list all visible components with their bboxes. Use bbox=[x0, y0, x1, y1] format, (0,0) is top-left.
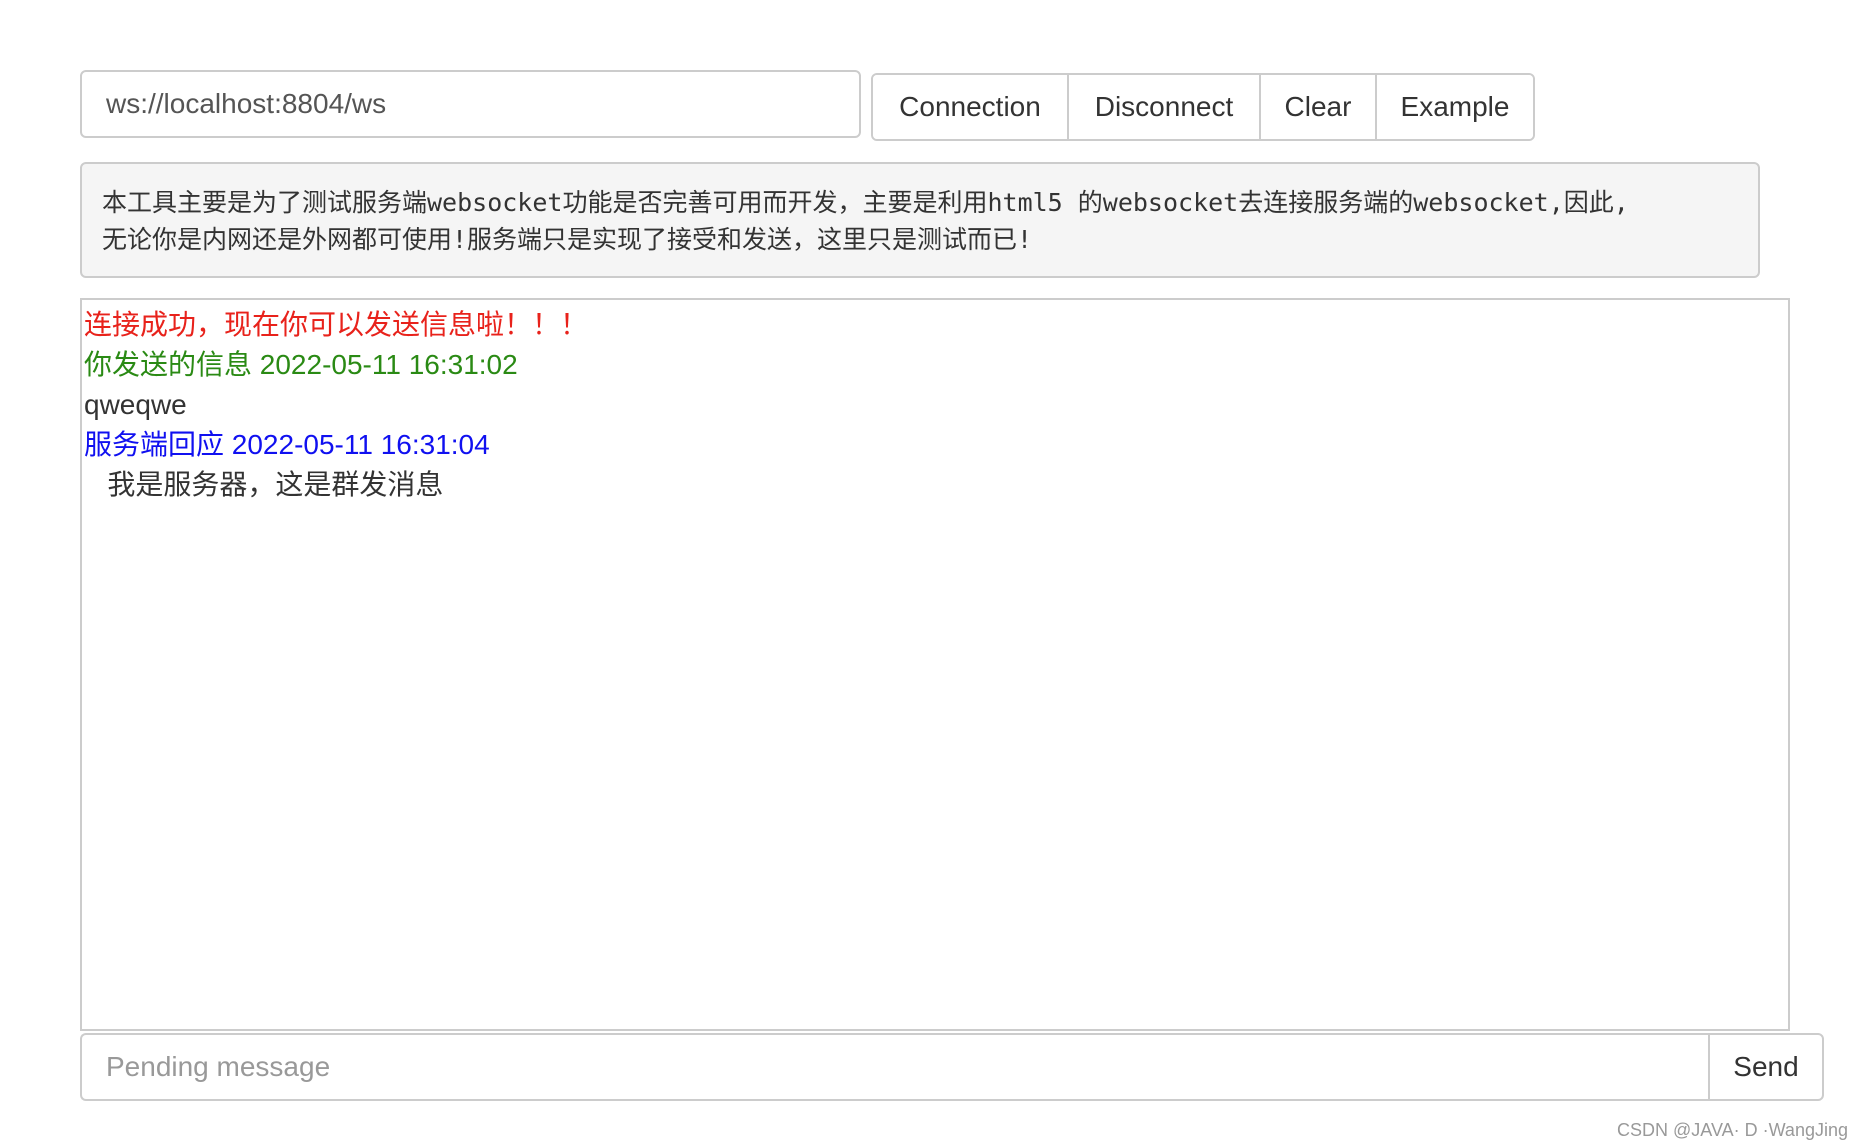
log-line-status: 连接成功，现在你可以发送信息啦！！！ bbox=[84, 309, 589, 340]
example-button[interactable]: Example bbox=[1375, 75, 1533, 139]
csdn-watermark: CSDN @JAVA· D ·WangJing bbox=[1617, 1120, 1848, 1140]
clear-button[interactable]: Clear bbox=[1259, 75, 1375, 139]
notice-line-2: 无论你是内网还是外网都可使用!服务端只是实现了接受和发送，这里只是测试而已! bbox=[102, 225, 1033, 254]
message-log[interactable]: 连接成功，现在你可以发送信息啦！！！ 你发送的信息 2022-05-11 16:… bbox=[80, 298, 1790, 1031]
log-line-reply-body: 我是服务器，这是群发消息 bbox=[84, 469, 444, 500]
log-line-sent-header: 你发送的信息 2022-05-11 16:31:02 bbox=[84, 349, 518, 380]
log-line-reply-header: 服务端回应 2022-05-11 16:31:04 bbox=[84, 429, 490, 460]
log-line-sent-body: qweqwe bbox=[84, 389, 187, 420]
connection-button-group: Connection Disconnect Clear Example bbox=[871, 73, 1535, 141]
send-button[interactable]: Send bbox=[1708, 1033, 1824, 1101]
connection-button[interactable]: Connection bbox=[873, 75, 1067, 139]
tool-description-notice: 本工具主要是为了测试服务端websocket功能是否完善可用而开发，主要是利用h… bbox=[80, 162, 1760, 278]
disconnect-button[interactable]: Disconnect bbox=[1067, 75, 1259, 139]
message-input[interactable] bbox=[80, 1033, 1708, 1101]
notice-line-1: 本工具主要是为了测试服务端websocket功能是否完善可用而开发，主要是利用h… bbox=[102, 188, 1629, 217]
websocket-url-input[interactable] bbox=[80, 70, 861, 138]
